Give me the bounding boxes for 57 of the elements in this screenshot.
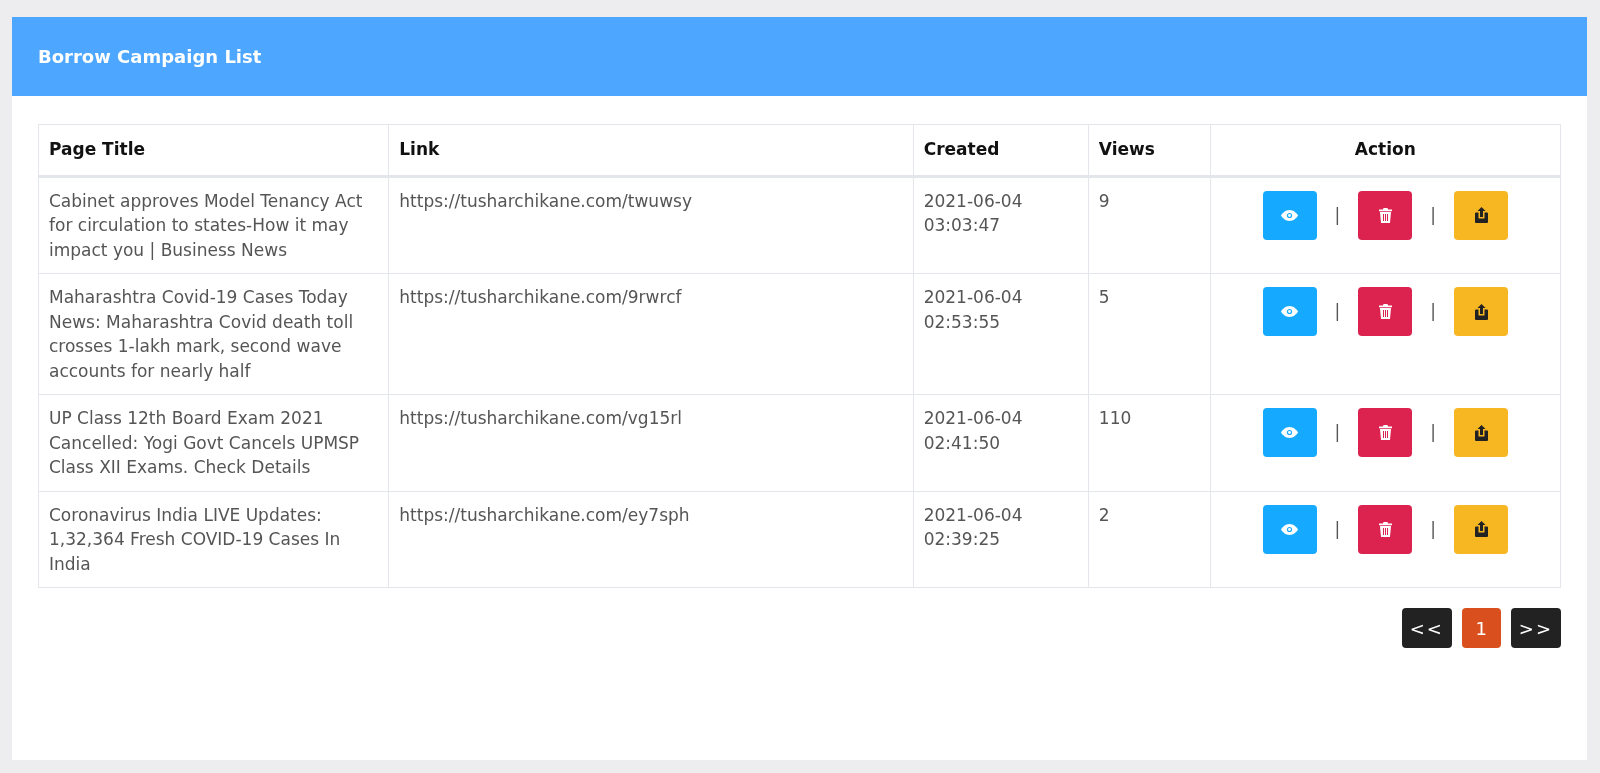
- page-button[interactable]: 1: [1461, 608, 1501, 648]
- eye-icon: [1281, 427, 1299, 438]
- column-header: Views: [1088, 124, 1211, 176]
- share-button[interactable]: [1454, 287, 1509, 336]
- title-cell: Coronavirus India LIVE Updates: 1,32,364 Fresh COVID-19 Cases In India: [38, 491, 389, 588]
- date-cell: 2021-06-04 02:41:50: [913, 394, 1089, 491]
- eye-icon: [1281, 523, 1299, 535]
- separator-text: |: [1334, 203, 1341, 227]
- column-header: Link: [388, 124, 914, 176]
- date-cell: 2021-06-04 02:53:55: [913, 273, 1089, 395]
- trash-icon: [1378, 425, 1392, 440]
- column-header: Page Title: [38, 124, 389, 176]
- share-icon: [1474, 424, 1488, 441]
- separator-text: |: [1430, 203, 1437, 227]
- share-button[interactable]: [1454, 408, 1509, 457]
- date-cell: 2021-06-04 03:03:47: [913, 176, 1089, 274]
- delete-button[interactable]: [1358, 190, 1413, 240]
- previous-page-button[interactable]: <<: [1401, 608, 1452, 648]
- separator-text: |: [1430, 517, 1437, 541]
- column-header: Created: [913, 124, 1089, 176]
- column-header: Action: [1210, 124, 1561, 176]
- view-button[interactable]: [1262, 408, 1317, 457]
- share-button[interactable]: [1454, 190, 1509, 240]
- separator-text: |: [1430, 300, 1437, 324]
- views-cell: 5: [1088, 273, 1211, 395]
- link-cell: https://tusharchikane.com/ey7sph: [388, 491, 914, 588]
- next-page-button[interactable]: >>: [1510, 608, 1561, 648]
- separator-text: |: [1334, 300, 1341, 324]
- views-cell: 9: [1088, 176, 1211, 274]
- eye-icon: [1281, 209, 1299, 221]
- trash-icon: [1378, 304, 1392, 319]
- share-button[interactable]: [1454, 504, 1509, 554]
- view-button[interactable]: [1262, 190, 1317, 240]
- link-cell: https://tusharchikane.com/9rwrcf: [388, 273, 914, 395]
- eye-icon: [1281, 306, 1299, 317]
- title-cell: Cabinet approves Model Tenancy Act for circulation to states-How it may impact you | Business News: [38, 176, 389, 274]
- link-cell: https://tusharchikane.com/vg15rl: [388, 394, 914, 491]
- title-cell: UP Class 12th Board Exam 2021 Cancelled: Yogi Govt Cancels UPMSP Class XII Exams. Check Details: [38, 394, 389, 491]
- share-icon: [1474, 207, 1488, 223]
- separator-text: |: [1430, 421, 1437, 445]
- link-cell: https://tusharchikane.com/twuwsy: [388, 176, 914, 274]
- share-icon: [1474, 303, 1488, 320]
- views-cell: 2: [1088, 491, 1211, 588]
- date-cell: 2021-06-04 02:39:25: [913, 491, 1089, 588]
- view-button[interactable]: [1262, 504, 1317, 554]
- share-icon: [1474, 521, 1488, 537]
- page-title: Borrow Campaign List: [38, 45, 262, 69]
- views-cell: 110: [1088, 394, 1211, 491]
- title-cell: Maharashtra Covid-19 Cases Today News: Maharashtra Covid death toll crosses 1-lakh mark, second wave accounts for nearly half: [38, 273, 389, 395]
- view-button[interactable]: [1262, 287, 1317, 336]
- separator-text: |: [1334, 421, 1341, 445]
- delete-button[interactable]: [1358, 408, 1413, 457]
- separator-text: |: [1334, 517, 1341, 541]
- delete-button[interactable]: [1358, 504, 1413, 554]
- delete-button[interactable]: [1358, 287, 1413, 336]
- trash-icon: [1378, 521, 1392, 537]
- trash-icon: [1378, 207, 1392, 223]
